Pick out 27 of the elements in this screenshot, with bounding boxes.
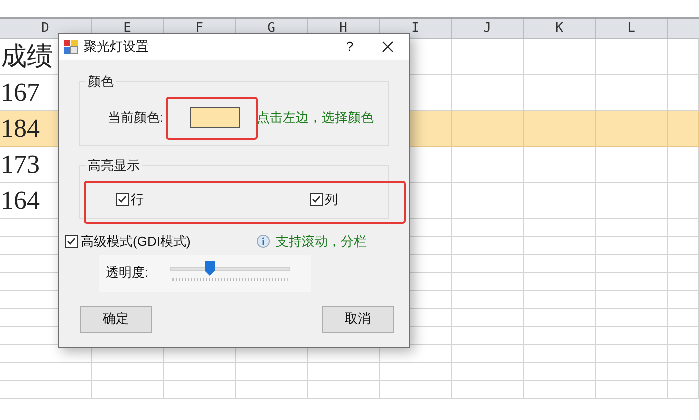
checkbox[interactable] (65, 235, 78, 248)
cell-text: 167 (0, 80, 40, 106)
column-header[interactable]: K (524, 19, 596, 38)
hint-text: 点击左边，选择颜色 (257, 108, 374, 127)
cancel-button[interactable]: 取消 (322, 306, 394, 332)
column-header[interactable]: L (596, 19, 668, 38)
info-icon (257, 235, 270, 248)
color-swatch[interactable] (190, 107, 240, 128)
window-title: 聚光灯设置 (84, 38, 149, 56)
field-label: 当前颜色: (108, 108, 165, 127)
column-header[interactable]: J (452, 19, 524, 38)
checkbox-label[interactable]: 行 (131, 190, 144, 210)
ok-button[interactable]: 确定 (80, 306, 152, 332)
cell-text: 173 (0, 152, 40, 178)
cell-text: 164 (0, 188, 40, 214)
cell-text: 成绩 (0, 44, 53, 70)
checkbox[interactable] (116, 193, 129, 206)
slider-label: 透明度: (106, 264, 150, 282)
close-icon[interactable] (382, 41, 394, 53)
help-button[interactable]: ? (340, 37, 360, 57)
slider-thumb[interactable] (205, 261, 216, 276)
note-text: 支持滚动，分栏 (276, 233, 367, 251)
checkbox[interactable] (310, 193, 323, 206)
app-icon (64, 40, 78, 54)
checkbox-label[interactable]: 高级模式(GDI模式) (81, 232, 191, 252)
checkbox-label[interactable]: 列 (325, 190, 338, 210)
cell-text: 184 (0, 116, 40, 142)
